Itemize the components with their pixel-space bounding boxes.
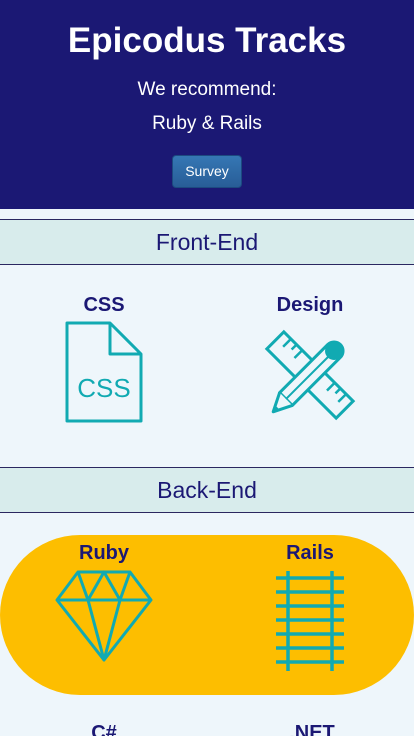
section-back-end-title: Back-End [0, 467, 414, 513]
item-label-dotnet: .NET [289, 722, 335, 736]
page: Epicodus Tracks We recommend: Ruby & Rai… [0, 0, 414, 736]
pencil-ruler-icon [264, 329, 356, 421]
item-label-csharp: C# [91, 722, 117, 736]
item-label-ruby: Ruby [79, 542, 129, 564]
item-label-design: Design [276, 294, 344, 316]
ruby-gem-icon [55, 570, 153, 662]
header: Epicodus Tracks We recommend: Ruby & Rai… [0, 0, 414, 209]
survey-button[interactable]: Survey [172, 155, 242, 188]
css-file-icon: CSS [65, 321, 143, 423]
css-icon-text: CSS [77, 373, 130, 403]
page-title: Epicodus Tracks [67, 21, 347, 60]
item-label-css: CSS [83, 294, 125, 316]
item-label-rails: Rails [286, 542, 334, 564]
section-front-end-title: Front-End [0, 219, 414, 265]
recommend-label: We recommend: [137, 79, 277, 100]
recommended-track: Ruby & Rails [152, 113, 262, 134]
rails-track-icon [276, 571, 344, 671]
